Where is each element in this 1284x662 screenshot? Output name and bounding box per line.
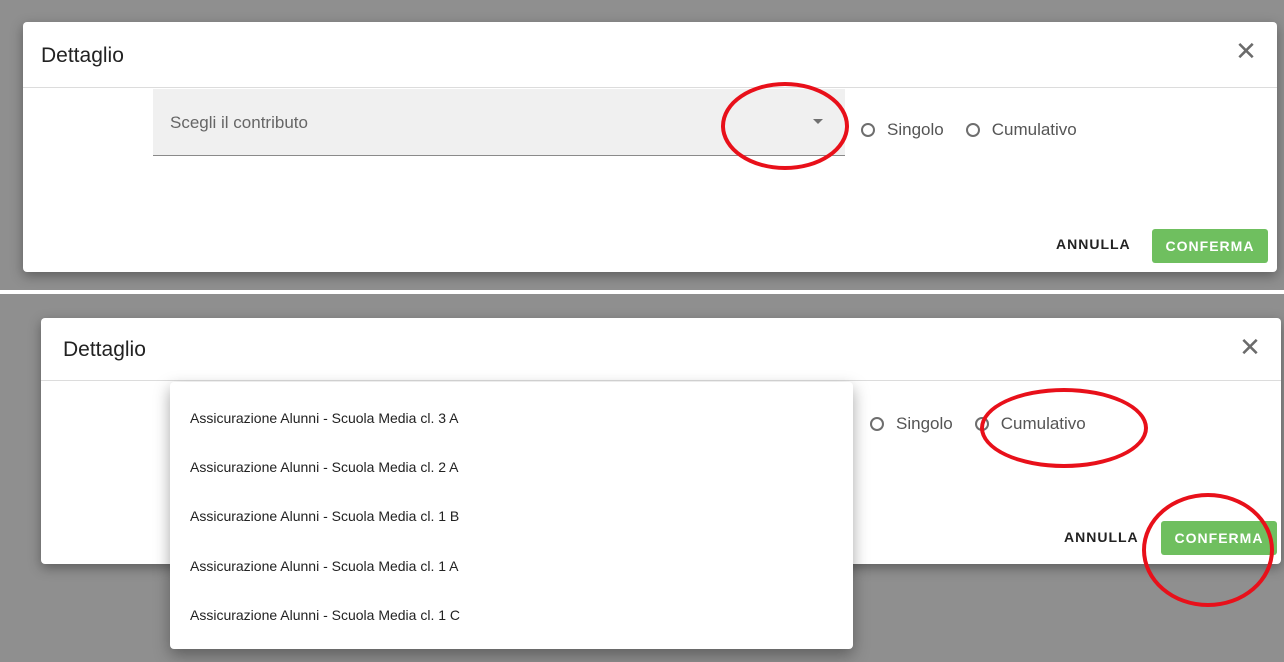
radio-unchecked-icon[interactable] [974, 417, 989, 431]
close-icon[interactable]: ✕ [1237, 334, 1263, 360]
contribution-dropdown-menu: Assicurazione Alunni - Scuola Media cl. … [170, 382, 853, 649]
dialog-title: Dettaglio [41, 44, 124, 67]
radio-unchecked-icon[interactable] [861, 123, 875, 137]
type-radio-group: Singolo Cumulativo [870, 414, 1108, 434]
dialog-divider [41, 380, 1281, 381]
contribution-select[interactable]: Scegli il contributo [153, 89, 845, 156]
dropdown-option[interactable]: Assicurazione Alunni - Scuola Media cl. … [190, 459, 458, 475]
dialog-title: Dettaglio [63, 338, 146, 361]
confirm-button[interactable]: CONFERMA [1152, 229, 1268, 263]
cancel-button[interactable]: ANNULLA [1056, 236, 1131, 252]
detail-dialog: Dettaglio ✕ Scegli il contributo Singolo… [23, 22, 1277, 272]
radio-cumulativo[interactable]: Cumulativo [974, 414, 1086, 434]
dropdown-option[interactable]: Assicurazione Alunni - Scuola Media cl. … [190, 558, 458, 574]
close-icon[interactable]: ✕ [1233, 38, 1259, 64]
cancel-button[interactable]: ANNULLA [1064, 529, 1139, 545]
caret-down-icon[interactable] [813, 119, 823, 124]
radio-singolo[interactable]: Singolo [861, 120, 944, 140]
dropdown-option[interactable]: Assicurazione Alunni - Scuola Media cl. … [190, 410, 458, 426]
confirm-button[interactable]: CONFERMA [1161, 521, 1277, 555]
radio-unchecked-icon[interactable] [965, 123, 980, 137]
select-placeholder: Scegli il contributo [170, 113, 308, 132]
radio-cumulativo[interactable]: Cumulativo [965, 120, 1077, 140]
dropdown-option[interactable]: Assicurazione Alunni - Scuola Media cl. … [190, 607, 460, 623]
radio-label: Cumulativo [1000, 414, 1086, 433]
radio-label: Singolo [896, 414, 953, 433]
radio-singolo[interactable]: Singolo [870, 414, 953, 434]
radio-unchecked-icon[interactable] [870, 417, 884, 431]
type-radio-group: Singolo Cumulativo [861, 120, 1099, 140]
dropdown-option[interactable]: Assicurazione Alunni - Scuola Media cl. … [190, 508, 459, 524]
radio-label: Singolo [887, 120, 944, 139]
radio-label: Cumulativo [991, 120, 1077, 139]
dialog-divider [23, 87, 1277, 88]
